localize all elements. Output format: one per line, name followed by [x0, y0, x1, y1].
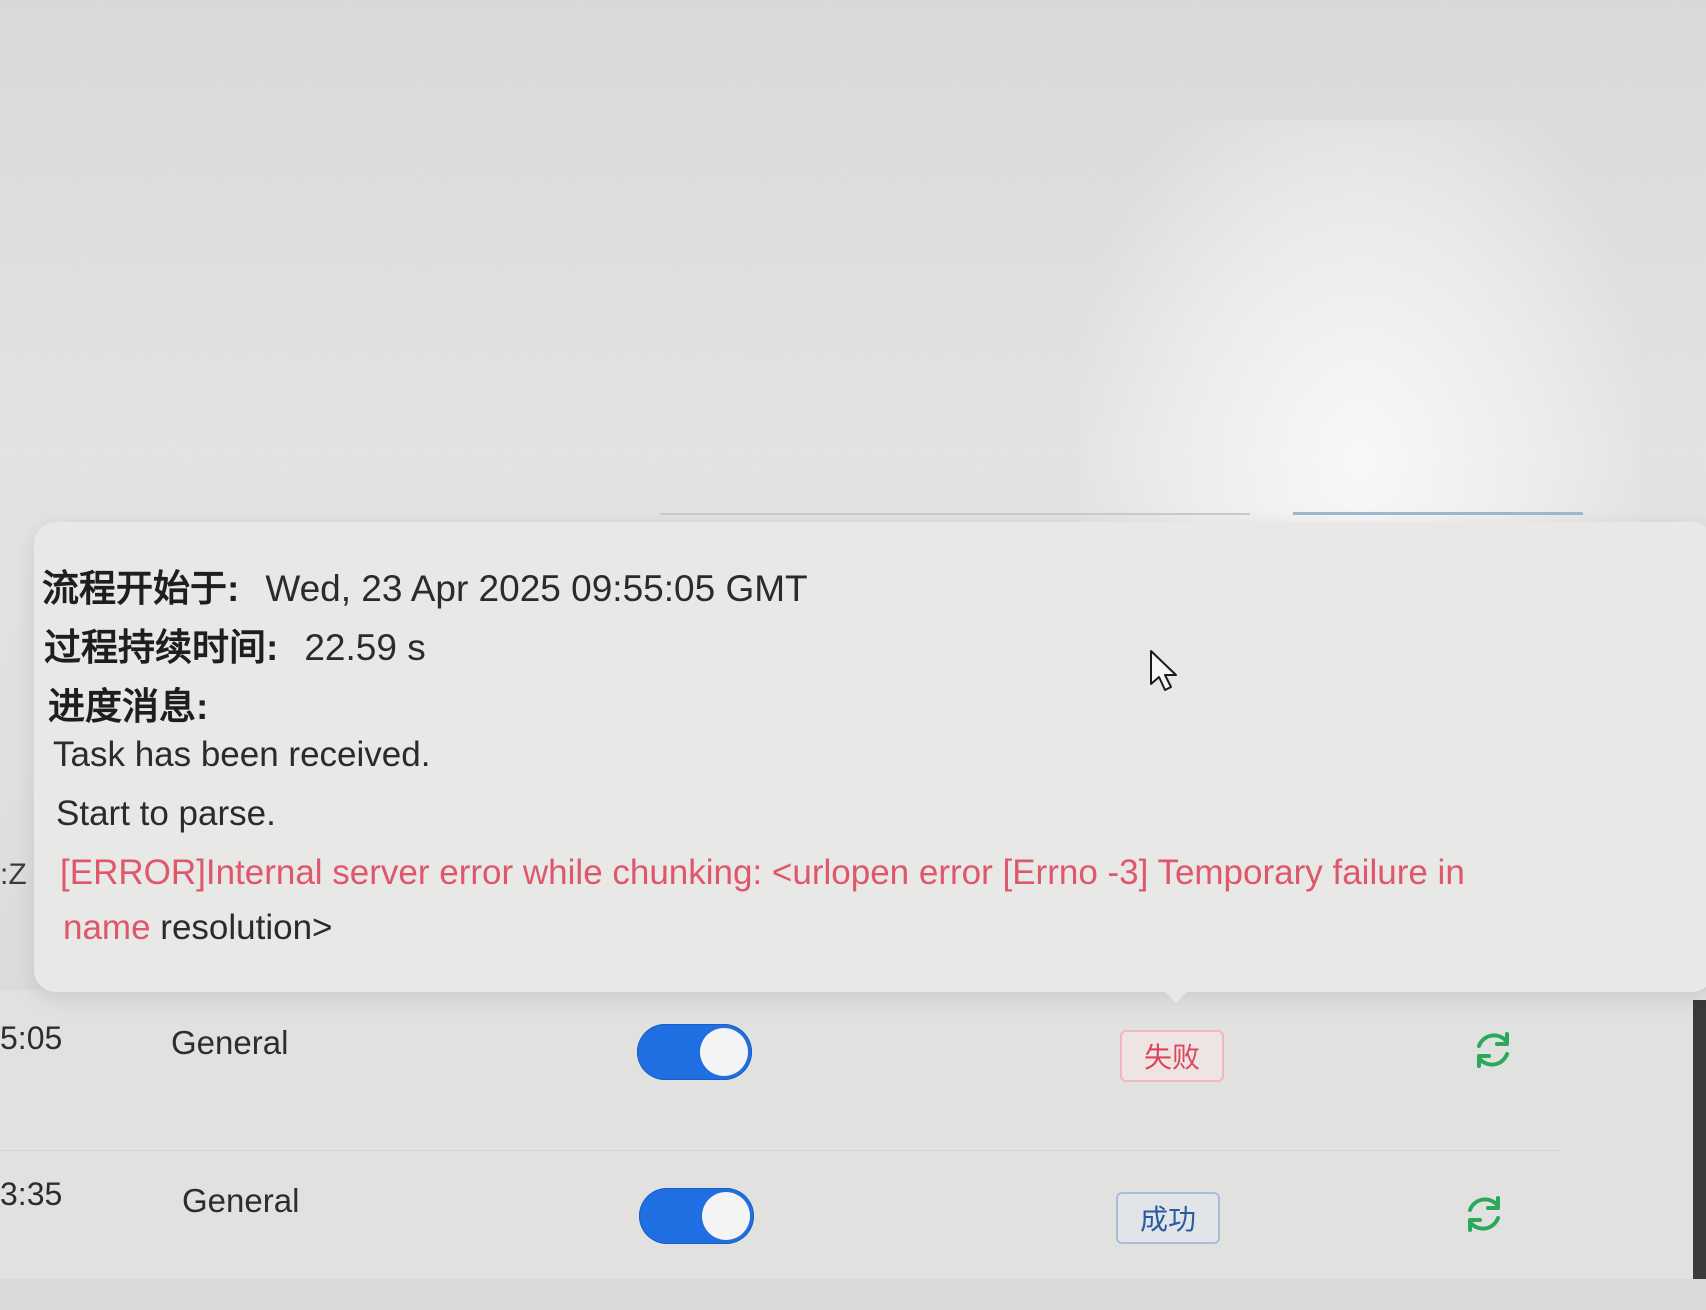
status-badge[interactable]: 成功: [1116, 1192, 1220, 1244]
status-badge[interactable]: 失败: [1120, 1030, 1224, 1082]
cut-off-text: :Z: [0, 858, 27, 891]
screen-bezel: [1693, 1000, 1706, 1279]
row-enable-toggle[interactable]: [639, 1188, 754, 1244]
error-message-continued: name resolution>: [63, 908, 332, 948]
toggle-knob: [700, 1028, 748, 1076]
error-message-tail: resolution>: [150, 908, 333, 947]
progress-message: Task has been received.: [53, 735, 431, 774]
error-message: [ERROR]Internal server error while chunk…: [60, 853, 1465, 892]
process-duration-value: 22.59 s: [304, 627, 426, 668]
process-duration-label: 过程持续时间:: [44, 627, 279, 668]
progress-message-line: 进度消息:: [48, 676, 208, 730]
refresh-icon[interactable]: [1469, 1026, 1517, 1074]
process-start-line: 流程开始于: Wed, 23 Apr 2025 09:55:05 GMT: [42, 558, 808, 612]
refresh-icon[interactable]: [1460, 1190, 1508, 1238]
tab-underline-active: [1293, 512, 1583, 515]
row-parser-method: General: [171, 1024, 289, 1061]
tab-underline: [660, 513, 1250, 515]
row-upload-time: 5:05: [0, 1020, 63, 1056]
popover-arrow: [1158, 985, 1194, 1003]
status-label: 失败: [1143, 1042, 1200, 1073]
row-parser-method: General: [182, 1182, 300, 1219]
row-enable-toggle[interactable]: [637, 1024, 752, 1080]
process-start-label: 流程开始于:: [42, 568, 240, 609]
row-upload-time: 3:35: [0, 1176, 63, 1212]
toggle-knob: [702, 1192, 750, 1240]
progress-message: Start to parse.: [56, 794, 276, 833]
mouse-cursor-icon: [1150, 650, 1177, 691]
error-message-red: name: [63, 908, 151, 947]
table-row: 5:05 General 失败: [0, 990, 1560, 1151]
table-row: 3:35 General 成功: [0, 1150, 1560, 1310]
progress-message-label: 进度消息:: [48, 686, 209, 727]
status-label: 成功: [1139, 1204, 1196, 1235]
process-duration-line: 过程持续时间: 22.59 s: [44, 617, 426, 671]
process-start-value: Wed, 23 Apr 2025 09:55:05 GMT: [265, 568, 808, 609]
